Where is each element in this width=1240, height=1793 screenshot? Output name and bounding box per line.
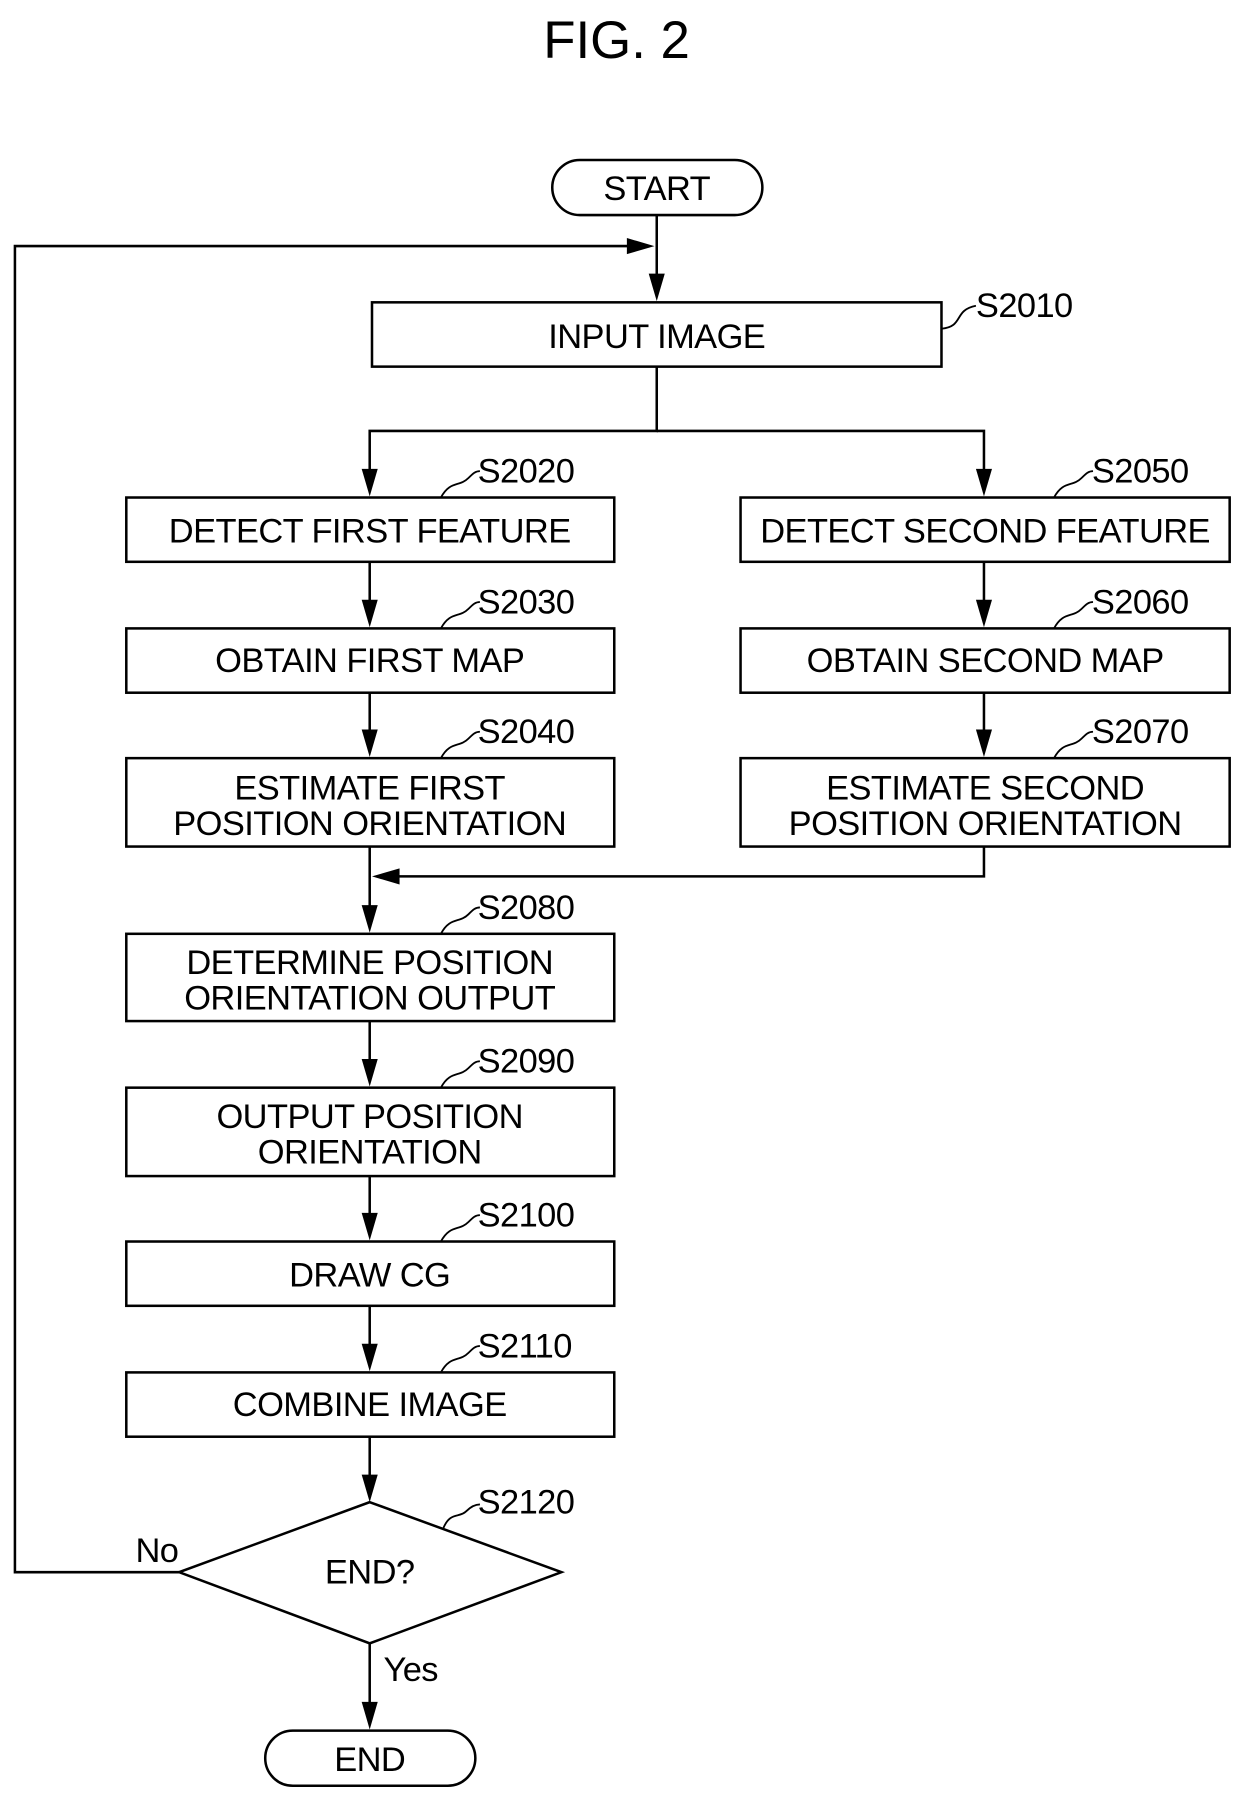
leader-s2110 [440,1345,480,1373]
arrowhead-s2030 [361,599,378,628]
step-s2020-text: DETECT FIRST FEATURE [169,512,571,550]
arrowhead-s2020 [361,468,378,497]
leader-s2030 [440,601,480,629]
arrowhead-s2120 [361,1474,378,1503]
leader-s2120 [442,1503,480,1529]
step-s2060-id: S2060 [1092,583,1189,621]
step-s2080-text-line2: ORIENTATION OUTPUT [184,980,556,1018]
arrowhead-s2080 [361,905,378,933]
flowchart: FIG. 2 START INPUT IMAGE S2010 DETECT FI… [13,11,1231,1788]
arrowhead-merge [372,868,400,885]
arrowhead-s2070 [975,729,992,757]
leader-s2070 [1053,730,1094,759]
arrowhead-loop-back [626,238,655,255]
arrowhead-s2100 [361,1212,378,1241]
step-s2030-text: OBTAIN FIRST MAP [215,642,524,680]
leader-s2080 [440,906,480,935]
leader-s2040 [440,730,480,759]
step-s2070-text-line2: POSITION ORIENTATION [789,805,1182,843]
step-s2090-text-line2: ORIENTATION [258,1133,482,1171]
step-s2040-text-line1: ESTIMATE FIRST [234,769,505,807]
arrowhead-s2050 [975,468,992,497]
step-s2060-text: OBTAIN SECOND MAP [807,642,1164,680]
split-connector-right [656,429,986,472]
leader-s2010 [941,304,977,330]
arrowhead-s2090 [361,1058,378,1087]
leader-s2060 [1053,601,1094,629]
figure-title: FIG. 2 [543,11,690,70]
step-s2090-id: S2090 [478,1043,575,1081]
step-s2080-text-line1: DETERMINE POSITION [186,944,553,982]
decision-yes-label: Yes [383,1651,437,1689]
arrowhead-s2040 [361,729,378,757]
step-s2080-id: S2080 [478,889,575,927]
step-s2100-id: S2100 [478,1197,575,1235]
arrowhead-s2010 [648,273,665,302]
step-s2010-id: S2010 [976,287,1073,325]
arrowhead-end [361,1701,378,1730]
step-s2090-text-line1: OUTPUT POSITION [216,1098,522,1136]
step-s2110-text: COMBINE IMAGE [233,1386,507,1424]
arrowhead-s2110 [361,1343,378,1372]
step-s2070-id: S2070 [1092,713,1189,751]
leader-s2020 [440,470,480,498]
step-s2110-id: S2110 [478,1327,572,1365]
leader-s2090 [440,1060,480,1089]
merge-connector [397,846,986,878]
step-s2070-text-line1: ESTIMATE SECOND [826,769,1144,807]
decision-s2120-id: S2120 [478,1484,575,1522]
step-s2020-id: S2020 [478,453,575,491]
step-s2010-text: INPUT IMAGE [548,318,765,356]
arrowhead-s2060 [975,599,992,628]
start-label: START [603,170,710,208]
step-s2050-id: S2050 [1092,453,1189,491]
step-s2050-text: DETECT SECOND FEATURE [760,512,1210,550]
step-s2100-text: DRAW CG [289,1256,450,1294]
decision-no-label: No [135,1532,178,1570]
leader-s2050 [1053,470,1094,498]
decision-s2120-question: END? [325,1554,415,1592]
leader-s2100 [440,1214,480,1242]
step-s2040-text-line2: POSITION ORIENTATION [173,805,566,843]
step-s2040-id: S2040 [478,713,575,751]
end-label: END [334,1741,405,1779]
step-s2030-id: S2030 [478,583,575,621]
